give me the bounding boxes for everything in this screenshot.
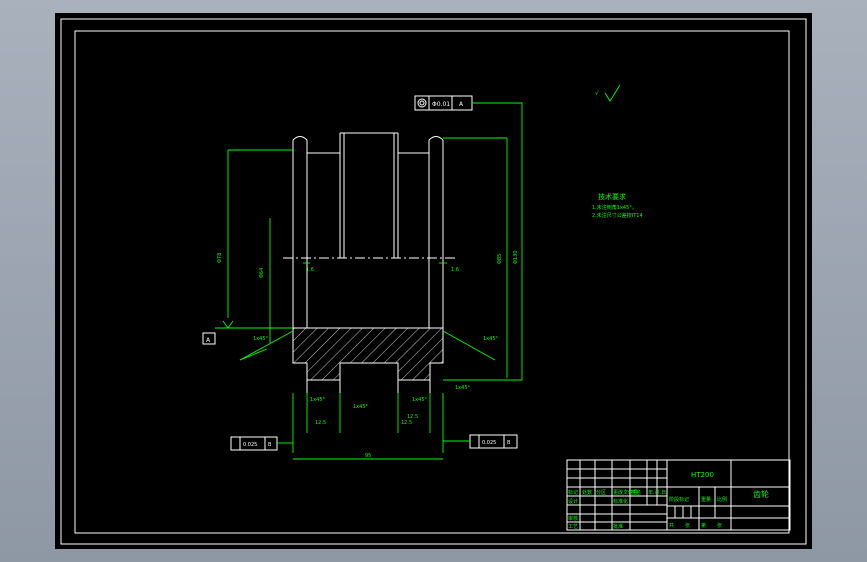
svg-text:张: 张 <box>717 522 722 529</box>
dim-small-right: 1.6 <box>451 267 459 273</box>
svg-text:比例: 比例 <box>717 496 727 503</box>
hatch-section <box>292 327 444 393</box>
dim-chamfer-top-left: 1x45° <box>253 336 269 342</box>
datum-a-label: A <box>206 337 211 344</box>
position-tolerance-frame: Φ0.01 A <box>414 95 523 131</box>
svg-text:标准化: 标准化 <box>613 498 628 505</box>
dim-chamfer-mid-right: 1x45° <box>412 397 428 403</box>
svg-text:工艺: 工艺 <box>568 524 578 530</box>
dim-height-inner: Φ64 <box>259 268 265 278</box>
svg-text:0.025: 0.025 <box>482 440 496 446</box>
tech-line-1: 1.未注倒角1x45°。 <box>592 204 637 211</box>
dim-slot-left: 12.5 <box>315 420 326 426</box>
dim-bottom-width: 95 <box>365 453 371 459</box>
dim-chamfer-top-right: 1x45° <box>483 336 499 342</box>
svg-text:张: 张 <box>685 522 690 529</box>
material-label: HT200 <box>691 471 714 479</box>
svg-text:年.月.日: 年.月.日 <box>648 489 666 496</box>
datum-a: A <box>202 320 293 345</box>
svg-text:批准: 批准 <box>613 523 623 530</box>
svg-text:√: √ <box>595 90 599 97</box>
tolerance-datum: A <box>459 101 464 108</box>
svg-text:B: B <box>268 442 272 448</box>
svg-text:标记: 标记 <box>568 489 578 496</box>
left-tolerance-box: 0.025 B <box>230 436 293 451</box>
svg-text:分区: 分区 <box>596 489 606 496</box>
svg-text:审核: 审核 <box>568 515 578 522</box>
dim-chamfer-right: 1x45° <box>455 385 471 391</box>
svg-text:重量: 重量 <box>701 496 711 503</box>
outer-border <box>60 18 807 545</box>
cad-viewport[interactable]: Φ0.01 A √ 技术要求 1.未注倒角1x45°。 2.未注尺寸公差按IT1… <box>55 13 812 549</box>
svg-text:签名: 签名 <box>631 489 641 496</box>
dim-slot-mid: 12.5 <box>401 420 412 426</box>
concentricity-icon <box>417 98 427 108</box>
title-block: HT200 齿轮 标记 处数 分区 更改文件号 签名 年.月.日 设计 标准化 … <box>566 459 791 531</box>
svg-text:共: 共 <box>669 522 674 529</box>
right-tolerance-box: 0.025 B <box>443 434 518 449</box>
dim-small-left: 1.6 <box>306 267 314 273</box>
svg-text:0.025: 0.025 <box>243 442 257 448</box>
dim-chamfer-mid-left: 1x45° <box>310 397 326 403</box>
dim-height-left: Φ78 <box>217 253 223 263</box>
tolerance-value: Φ0.01 <box>432 101 450 108</box>
part-name: 齿轮 <box>753 489 769 499</box>
svg-text:B: B <box>507 440 511 446</box>
part-outline <box>283 132 455 328</box>
dim-height-right: Φ85 <box>497 254 503 264</box>
svg-text:第: 第 <box>701 522 706 529</box>
dim-chamfer-mid: 1x45° <box>353 404 369 410</box>
svg-text:设计: 设计 <box>568 498 578 505</box>
tech-requirements: 技术要求 1.未注倒角1x45°。 2.未注尺寸公差按IT14 <box>592 192 643 219</box>
dimension-lines: Φ78 Φ64 Φ85 Φ130 1x45° 1x45° 1.6 1.6 1x4… <box>217 131 523 460</box>
svg-text:处数: 处数 <box>582 489 592 496</box>
tech-title: 技术要求 <box>598 192 626 201</box>
dim-outer-right: Φ130 <box>513 251 519 264</box>
tech-line-2: 2.未注尺寸公差按IT14 <box>592 212 643 219</box>
surface-finish-icon: √ <box>595 84 621 102</box>
dim-slot-mid2: 12.5 <box>407 414 418 420</box>
svg-text:阶段标记: 阶段标记 <box>669 496 689 503</box>
drawing-canvas: Φ0.01 A √ 技术要求 1.未注倒角1x45°。 2.未注尺寸公差按IT1… <box>60 18 807 545</box>
